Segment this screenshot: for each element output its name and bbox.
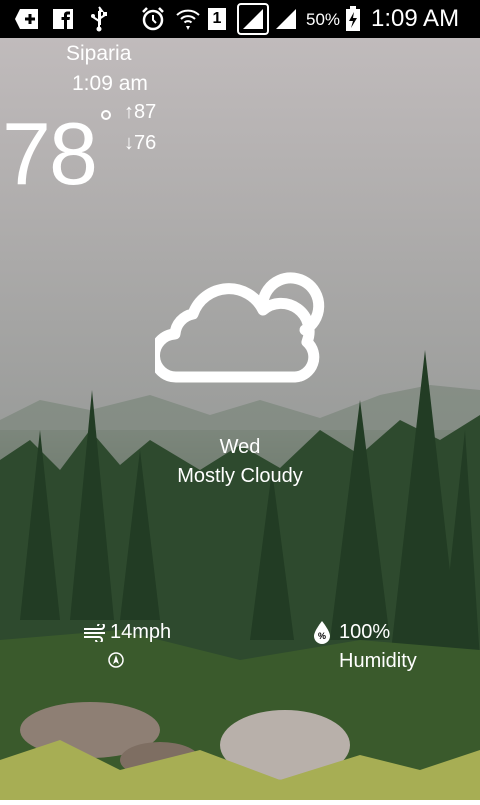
degree-symbol (101, 110, 111, 120)
humidity-label: Humidity (339, 650, 417, 672)
high-temperature: ↑87 (124, 101, 157, 123)
usb-icon (88, 0, 110, 38)
alarm-icon (140, 0, 166, 38)
cloud-icon (149, 262, 325, 386)
current-temperature: 78 (2, 104, 98, 203)
humidity-icon: % (313, 620, 331, 644)
low-temperature: ↓76 (124, 132, 157, 154)
status-bar: 1 50% 1:09 AM (0, 0, 480, 38)
facebook-icon (52, 0, 74, 38)
wind-direction-icon (108, 652, 124, 668)
weather-condition: Mostly Cloudy (177, 465, 303, 487)
signal-icon (236, 0, 270, 38)
svg-text:%: % (318, 631, 326, 641)
wind-speed: 14mph (110, 621, 172, 643)
local-time: 1:09 am (72, 72, 148, 95)
signal-icon (274, 0, 298, 38)
forecast-day: Wed (219, 436, 261, 458)
battery-percent: 50% (306, 10, 341, 29)
city-name[interactable]: Siparia (66, 42, 131, 66)
battery-charging-icon (344, 0, 362, 38)
sim-slot-label: 1 (208, 8, 226, 30)
sim-1-icon: 1 (207, 0, 227, 38)
status-clock: 1:09 AM (371, 5, 460, 32)
add-icon (14, 0, 40, 38)
humidity-value: 100% (339, 621, 391, 643)
wind-icon (83, 622, 109, 644)
wifi-icon (175, 0, 201, 38)
